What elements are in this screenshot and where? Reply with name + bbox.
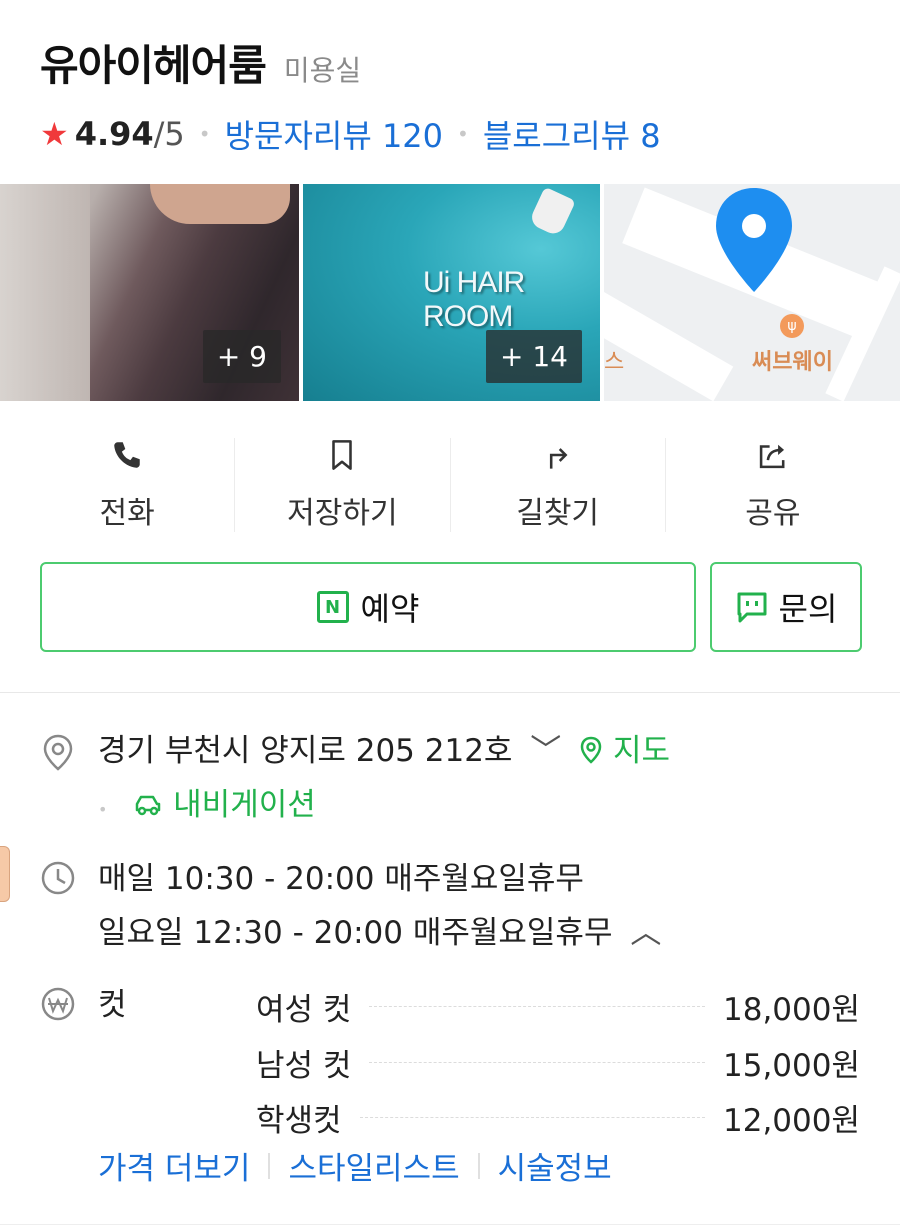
side-tab[interactable] (0, 846, 10, 902)
location-icon (43, 734, 73, 771)
reserve-label: 예약 (360, 590, 420, 628)
visitor-reviews-link[interactable]: 방문자리뷰 120 (225, 111, 443, 157)
directions-label: 길찾기 (516, 496, 600, 531)
save-button[interactable]: 저장하기 (235, 438, 451, 532)
salon-sign-text: Ui HAIR ROOM (423, 266, 525, 333)
address-text: 경기 부천시 양지로 205 212호 (98, 733, 513, 769)
bottom-links: 가격 더보기 스타일리스트 시술정보 (98, 1143, 612, 1188)
price-item-value: 18,000원 (723, 991, 860, 1028)
directions-icon (549, 448, 568, 469)
inquiry-button[interactable]: 문의 (710, 562, 862, 652)
hours-row: 매일 10:30 - 20:00 매주월요일휴무 일요일 12:30 - 20:… (38, 852, 862, 960)
chat-icon (737, 592, 767, 623)
call-label: 전화 (99, 496, 155, 531)
call-button[interactable]: 전화 (20, 438, 236, 532)
reserve-button[interactable]: N 예약 (40, 562, 696, 652)
chevron-up-icon[interactable]: ︿ (630, 915, 661, 951)
map-thumbnail[interactable]: ψ 써브웨이 스 (604, 184, 900, 401)
photo-salon-sign[interactable]: Ui HAIR ROOM + 14 (303, 184, 600, 401)
dotted-leader (359, 1116, 705, 1118)
share-icon (759, 444, 785, 469)
hours-line-2: 일요일 12:30 - 20:00 매주월요일휴무 (98, 915, 613, 951)
dotted-leader (369, 1061, 705, 1063)
photo-background (0, 184, 90, 401)
place-header: 유아이헤어룸 미용실 ★ 4.94 /5 • 방문자리뷰 120 • 블로그리뷰… (40, 32, 880, 157)
price-item-value: 12,000원 (723, 1102, 860, 1139)
save-label: 저장하기 (287, 496, 398, 531)
price-item-value: 15,000원 (723, 1047, 860, 1084)
inquiry-label: 문의 (778, 590, 838, 628)
directions-button[interactable]: 길찾기 (451, 438, 666, 532)
stylists-link[interactable]: 스타일리스트 (288, 1143, 459, 1188)
map-poi-label: 써브웨이 (752, 350, 833, 375)
price-item: 여성 컷 18,000원 (256, 978, 860, 1034)
won-icon (41, 987, 75, 1021)
photo-count-badge: + 14 (486, 330, 582, 383)
share-label: 공유 (745, 496, 801, 531)
hours-line-1: 매일 10:30 - 20:00 매주월요일휴무 (98, 861, 584, 897)
photo-hair[interactable]: + 9 (0, 184, 299, 401)
restaurant-icon: ψ (780, 314, 804, 338)
map-link[interactable]: 지도 (579, 733, 670, 769)
separator-dot: • (98, 800, 108, 819)
rating-score: 4.94 (74, 115, 154, 153)
price-item-name: 남성 컷 (256, 1047, 352, 1084)
price-item: 남성 컷 15,000원 (256, 1034, 860, 1090)
map-edge-label: 스 (604, 350, 625, 375)
cta-row: N 예약 문의 (40, 562, 862, 652)
lamp-shape (528, 186, 576, 238)
price-item: 학생컷 12,000원 (256, 1089, 860, 1145)
more-prices-link[interactable]: 가격 더보기 (98, 1143, 250, 1188)
link-separator (477, 1152, 480, 1179)
photo-count-badge: + 9 (202, 330, 281, 383)
section-divider (0, 1224, 900, 1225)
separator-dot: • (457, 122, 469, 146)
place-name: 유아이헤어룸 (40, 41, 267, 90)
star-icon: ★ (40, 115, 69, 153)
bookmark-icon (332, 440, 353, 470)
link-separator (268, 1152, 271, 1179)
map-link-label: 지도 (613, 733, 671, 769)
photo-strip: + 9 Ui HAIR ROOM + 14 ψ 써브웨이 스 (0, 184, 900, 401)
price-item-name: 학생컷 (256, 1102, 342, 1139)
photo-hand (150, 184, 290, 224)
price-item-name: 여성 컷 (256, 991, 352, 1028)
dotted-leader (369, 1005, 705, 1007)
chevron-down-icon[interactable]: ﹀ (530, 733, 561, 769)
clock-icon (41, 861, 75, 895)
car-icon (136, 795, 161, 816)
blog-reviews-link[interactable]: 블로그리뷰 8 (483, 111, 661, 157)
map-pin-icon (716, 188, 792, 292)
separator-dot: • (198, 122, 211, 146)
navigation-link[interactable]: 내비게이션 (133, 787, 316, 823)
address-row: 경기 부천시 양지로 205 212호 ﹀ 지도 • 내비게이션 (38, 724, 862, 837)
section-divider (0, 692, 900, 693)
treatment-info-link[interactable]: 시술정보 (498, 1143, 612, 1188)
place-category: 미용실 (283, 54, 362, 87)
navigation-label: 내비게이션 (173, 787, 316, 823)
action-bar: 전화 저장하기 길찾기 공유 (20, 438, 880, 532)
share-button[interactable]: 공유 (666, 438, 880, 532)
map-pin-small-icon (580, 736, 602, 764)
rating-max: /5 (153, 115, 185, 153)
rating-row: ★ 4.94 /5 • 방문자리뷰 120 • 블로그리뷰 8 (40, 111, 880, 157)
phone-icon (114, 442, 140, 468)
naver-booking-icon: N (316, 591, 349, 623)
